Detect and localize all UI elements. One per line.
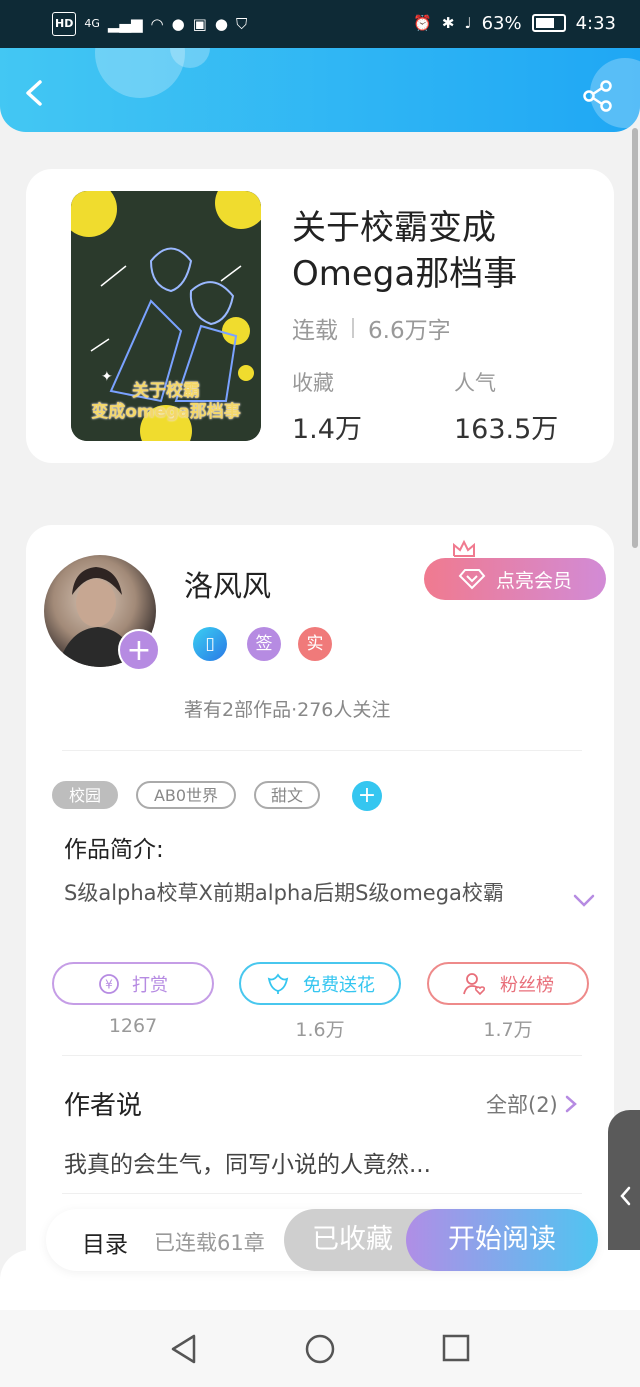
- share-button[interactable]: [580, 78, 616, 114]
- share-icon: [583, 80, 612, 112]
- nav-home-icon[interactable]: [305, 1334, 335, 1364]
- clock: 4:33: [575, 12, 616, 34]
- battery-icon: [531, 14, 566, 32]
- cover-caption-line2: 变成omega那档事: [91, 402, 241, 422]
- chapter-count: 已连载61章: [154, 1231, 265, 1255]
- user-heart-icon: [463, 972, 486, 995]
- cover-caption-line1: 关于校霸: [132, 381, 200, 401]
- bluetooth-icon: ✱: [441, 14, 455, 32]
- serial-status: 连载: [292, 318, 338, 344]
- realname-badge: 实: [298, 627, 332, 661]
- flower-count: 1.6万: [295, 1019, 345, 1041]
- vip-button[interactable]: 点亮会员: [424, 558, 606, 600]
- author-name: 洛风风: [184, 569, 272, 603]
- fan-rank-count: 1.7万: [483, 1019, 533, 1041]
- alarm-icon: ⏰: [413, 14, 432, 32]
- book-status-row: 连载 6.6万字: [292, 311, 451, 345]
- collect-label: 收藏: [292, 371, 334, 395]
- follow-author-button[interactable]: +: [118, 629, 160, 671]
- top-header: [0, 48, 640, 132]
- tip-button[interactable]: ¥ 打赏: [52, 962, 214, 1005]
- start-reading-button[interactable]: 开始阅读: [406, 1209, 598, 1271]
- status-left: HD 4G ▂▄▆ ◠ ● ▣ ● ⛉: [52, 12, 247, 36]
- yen-icon: ¥: [99, 973, 119, 994]
- nav-recents-icon[interactable]: [442, 1334, 470, 1362]
- phone-badge-icon: ▯: [193, 627, 227, 661]
- author-card: + 洛风风 点亮会员 ▯ 签 实 著有2部作品·276人关注 校园 AB0世界 …: [26, 525, 614, 1285]
- divider: [62, 1193, 582, 1194]
- chevron-down-icon: [573, 894, 595, 907]
- chevron-left-icon: [26, 80, 42, 106]
- shield-icon: ⛉: [235, 15, 248, 33]
- tag-abo[interactable]: AB0世界: [136, 781, 236, 809]
- app-icon: ▣: [192, 15, 207, 33]
- vip-label: 点亮会员: [495, 569, 572, 592]
- status-divider: [352, 318, 354, 338]
- diamond-icon: [458, 569, 486, 590]
- tip-count: 1267: [108, 1015, 158, 1037]
- chevron-right-icon: [565, 1095, 577, 1113]
- tag-sweet[interactable]: 甜文: [254, 781, 320, 809]
- expand-intro-button[interactable]: [572, 893, 596, 909]
- popularity-value: 163.5万: [454, 414, 559, 445]
- tip-label: 打赏: [132, 974, 168, 996]
- signal-label: 4G: [84, 17, 100, 30]
- author-says-title: 作者说: [64, 1091, 143, 1121]
- hd-icon: HD: [52, 12, 77, 36]
- author-meta: 著有2部作品·276人关注: [184, 699, 391, 721]
- book-cover[interactable]: ✦ 关于校霸 变成omega那档事: [71, 191, 261, 441]
- word-count: 6.6万字: [368, 318, 451, 344]
- status-bar: HD 4G ▂▄▆ ◠ ● ▣ ● ⛉ ⏰ ✱ ♩ 63% 4:33: [0, 0, 640, 48]
- send-flower-button[interactable]: 免费送花: [239, 962, 401, 1005]
- wechat-icon-2: ●: [214, 15, 228, 33]
- intro-title: 作品简介:: [64, 837, 164, 863]
- cover-caption: 关于校霸 变成omega那档事: [71, 381, 261, 423]
- status-right: ⏰ ✱ ♩ 63% 4:33: [413, 12, 616, 34]
- wechat-icon: ●: [171, 15, 185, 33]
- chevron-left-icon: [620, 1186, 631, 1206]
- divider: [62, 750, 582, 751]
- battery-percent: 63%: [481, 12, 522, 34]
- bottom-action-bar: 目录 已连载61章 已收藏 开始阅读: [46, 1209, 598, 1271]
- crown-icon: [453, 539, 475, 557]
- author-says-all-label: 全部(2): [486, 1093, 558, 1117]
- sign-badge: 签: [247, 627, 281, 661]
- add-tag-button[interactable]: +: [352, 781, 382, 811]
- popularity-label: 人气: [454, 371, 496, 395]
- collect-value: 1.4万: [292, 414, 362, 445]
- author-says-all-link[interactable]: 全部(2): [486, 1089, 578, 1119]
- toc-button[interactable]: 目录: [82, 1225, 128, 1259]
- scrollbar[interactable]: [632, 128, 638, 548]
- tag-campus[interactable]: 校园: [52, 781, 118, 809]
- back-button[interactable]: [18, 76, 52, 110]
- fan-rank-button[interactable]: 粉丝榜: [427, 962, 589, 1005]
- mic-icon: ♩: [464, 14, 472, 32]
- send-flower-label: 免费送花: [303, 974, 375, 996]
- fan-rank-label: 粉丝榜: [500, 974, 554, 996]
- system-nav-bar: [0, 1310, 640, 1387]
- signal-icon: ▂▄▆: [107, 15, 143, 33]
- divider: [62, 1055, 582, 1056]
- book-info-card: ✦ 关于校霸 变成omega那档事 关于校霸变成Omega那档事 连载 6.6万…: [26, 169, 614, 463]
- intro-text: S级alpha校草X前期alpha后期S级omega校霸: [64, 881, 504, 905]
- flower-icon: [267, 972, 289, 994]
- svg-text:¥: ¥: [105, 977, 113, 991]
- book-title: 关于校霸变成Omega那档事: [292, 208, 518, 294]
- wifi-icon: ◠: [150, 15, 164, 33]
- author-says-text[interactable]: 我真的会生气，同写小说的人竟然...: [64, 1145, 431, 1179]
- nav-back-icon[interactable]: [170, 1334, 198, 1364]
